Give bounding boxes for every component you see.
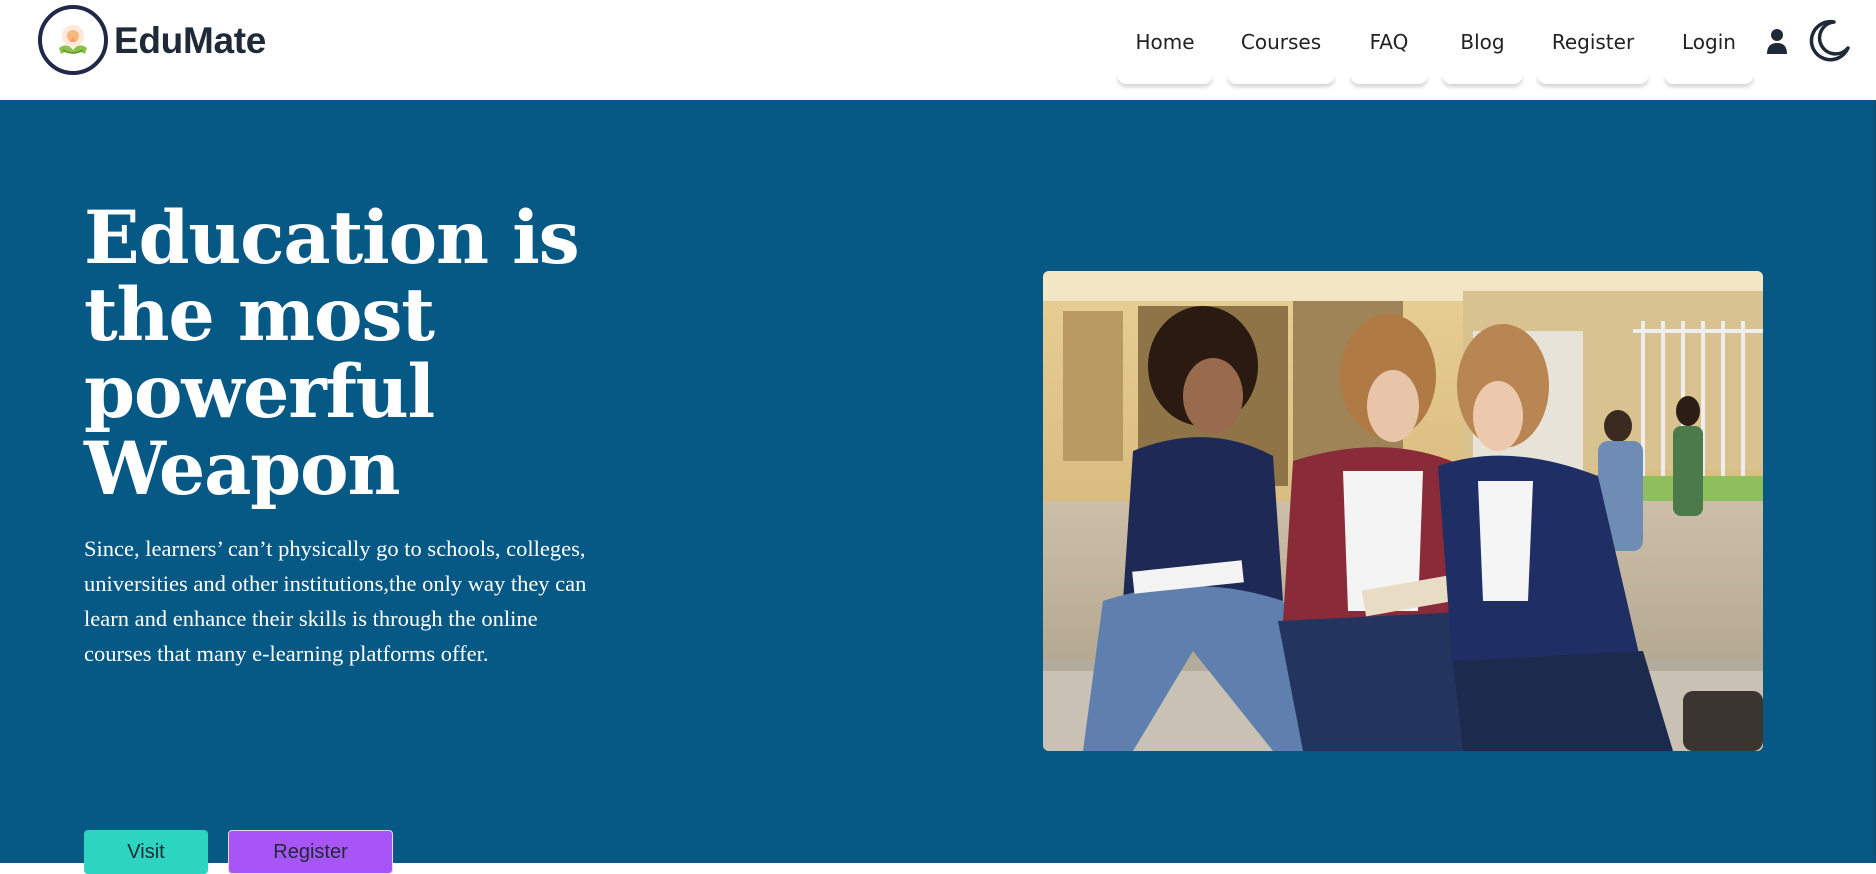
students-studying-outdoors-photo [1043,271,1763,751]
visit-button[interactable]: Visit [84,830,208,874]
hero-headline: Education is the most powerful Weapon [84,200,724,508]
lotus-book-logo-icon [59,25,87,54]
nav-link-home[interactable]: Home [1118,0,1212,84]
description-line: Since, learners’ can’t physically go to … [84,536,586,561]
headline-line: Weapon [84,426,401,512]
nav-link-blog[interactable]: Blog [1443,0,1522,84]
top-navbar: EduMate Home Courses FAQ Blog Register L… [0,0,1876,100]
nav-link-faq[interactable]: FAQ [1351,0,1427,84]
nav-link-login[interactable]: Login [1665,0,1753,84]
moon-icon[interactable] [1804,18,1850,64]
hero-photo-illustration [1043,271,1763,751]
headline-line: the most [84,272,435,358]
user-icon[interactable] [1766,28,1788,56]
brand-logo[interactable] [38,5,108,75]
headline-line: powerful [84,349,435,435]
brand-name[interactable]: EduMate [114,20,266,62]
headline-line: Education is [84,195,580,281]
description-line: courses that many e-learning platforms o… [84,641,489,666]
nav-link-register[interactable]: Register [1538,0,1648,84]
nav-link-courses[interactable]: Courses [1228,0,1334,84]
register-button[interactable]: Register [228,830,393,874]
description-line: universities and other institutions,the … [84,571,587,596]
hero-description: Since, learners’ can’t physically go to … [84,531,684,671]
description-line: learn and enhance their skills is throug… [84,606,538,631]
